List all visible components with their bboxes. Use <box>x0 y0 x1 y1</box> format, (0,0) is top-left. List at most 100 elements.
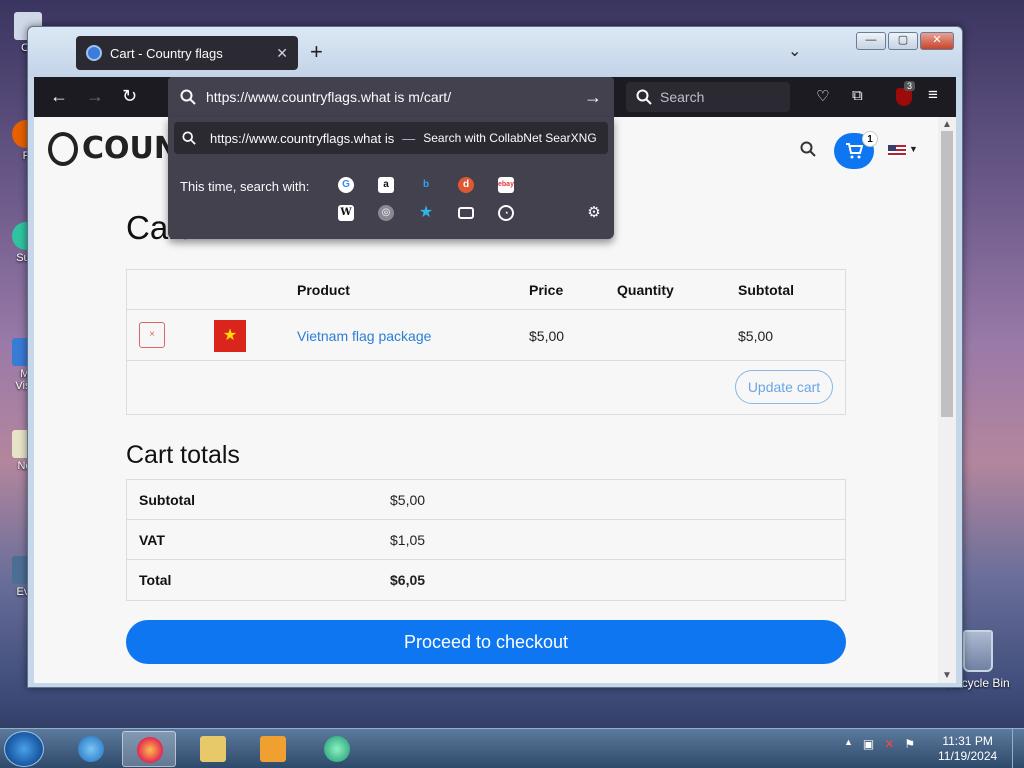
search-suggestion-row[interactable]: https://www.countryflags.what is — Searc… <box>174 122 608 154</box>
cart-table: Product Price Quantity Subtotal × ★ Viet… <box>126 269 846 415</box>
minimize-button[interactable]: — <box>856 32 886 50</box>
proceed-to-checkout-button[interactable]: Proceed to checkout <box>126 620 846 664</box>
scroll-up-icon[interactable]: ▲ <box>942 119 952 130</box>
remove-item-button[interactable]: × <box>139 322 165 348</box>
search-bar[interactable]: Search <box>626 82 790 112</box>
us-flag-icon[interactable] <box>888 145 906 157</box>
ublock-badge: 3 <box>904 81 916 91</box>
tab-close-button[interactable]: ✕ <box>276 45 288 62</box>
media-player-icon <box>260 736 286 762</box>
totals-label: VAT <box>139 532 165 548</box>
folder-icon <box>200 736 226 762</box>
start-button[interactable] <box>4 731 44 767</box>
scrollbar-thumb[interactable] <box>941 131 953 417</box>
address-bar[interactable]: https://www.countryflags.what is m/cart/… <box>168 77 614 117</box>
cart-totals-heading: Cart totals <box>126 441 240 469</box>
show-desktop-button[interactable] <box>1012 729 1024 768</box>
back-button[interactable]: ← <box>50 86 68 106</box>
settings-icon[interactable]: ⚙ <box>586 205 602 221</box>
cart-totals-table: Subtotal $5,00 VAT $1,05 Total $6,05 <box>126 479 846 601</box>
close-window-button[interactable]: ✕ <box>920 32 954 50</box>
title-bar: Cart - Country flags ✕ + ⌄ — ▢ ✕ <box>28 27 962 77</box>
suggestion-text: https://www.countryflags.what is <box>210 130 395 146</box>
clock-date: 11/19/2024 <box>938 749 998 763</box>
col-subtotal: Subtotal <box>738 282 794 298</box>
col-product: Product <box>297 282 350 298</box>
col-price: Price <box>529 282 564 298</box>
app-icon <box>324 736 350 762</box>
search-with-label: This time, search with: <box>180 179 310 194</box>
totals-value: $6,05 <box>390 572 426 588</box>
browser-window: Cart - Country flags ✕ + ⌄ — ▢ ✕ ← → ↻ h… <box>27 26 963 688</box>
update-cart-button[interactable]: Update cart <box>735 370 833 404</box>
wikipedia-icon[interactable]: W <box>338 205 354 221</box>
firefox-icon <box>137 737 163 763</box>
cart-count-badge: 1 <box>862 131 878 147</box>
tabs-icon[interactable] <box>458 207 474 219</box>
taskbar-media-player[interactable] <box>246 731 300 767</box>
ebay-icon[interactable]: ebay <box>498 177 514 193</box>
search-placeholder: Search <box>660 89 705 105</box>
history-icon[interactable]: ◔ <box>498 205 514 221</box>
amazon-icon[interactable]: a <box>378 177 394 193</box>
taskbar: ▲ ▣ ✕ ⚑ 11:31 PM 11/19/2024 <box>0 728 1024 768</box>
col-quantity: Quantity <box>617 282 674 298</box>
cart-icon <box>846 143 864 159</box>
tray-expand-icon[interactable]: ▲ <box>844 737 853 751</box>
duckduckgo-icon[interactable]: d <box>458 177 474 193</box>
url-text: https://www.countryflags.what is m/cart/ <box>206 89 452 105</box>
vietnam-flag-icon: ★ <box>214 320 246 352</box>
scroll-down-icon[interactable]: ▼ <box>942 670 952 681</box>
recycle-bin-icon <box>963 630 993 672</box>
internet-explorer-icon <box>78 736 104 762</box>
taskbar-explorer[interactable] <box>186 731 240 767</box>
totals-row-subtotal: Subtotal $5,00 <box>127 480 845 520</box>
bing-icon[interactable]: b <box>418 177 434 193</box>
extensions-icon[interactable]: ⧉ <box>852 87 863 104</box>
suggestion-engine-text: Search with CollabNet SearXNG <box>423 131 597 145</box>
logo-pin-icon <box>48 131 78 166</box>
tab-title: Cart - Country flags <box>110 45 223 61</box>
go-arrow-button[interactable]: → <box>584 87 602 108</box>
page-scrollbar[interactable]: ▲ ▼ <box>938 117 956 683</box>
totals-row-vat: VAT $1,05 <box>127 520 845 560</box>
network-icon[interactable]: ▣ <box>863 737 874 751</box>
url-suggestions-dropdown: https://www.countryflags.what is — Searc… <box>168 117 614 239</box>
system-tray: ▲ ▣ ✕ ⚑ <box>844 737 915 751</box>
taskbar-firefox[interactable] <box>122 731 176 767</box>
product-price: $5,00 <box>529 328 565 344</box>
maximize-button[interactable]: ▢ <box>888 32 918 50</box>
product-subtotal: $5,00 <box>738 328 774 344</box>
totals-value: $1,05 <box>390 532 426 548</box>
clock[interactable]: 11:31 PM 11/19/2024 <box>938 734 997 764</box>
nav-toolbar: ← → ↻ https://www.countryflags.what is m… <box>34 77 956 117</box>
search-icon <box>182 131 196 145</box>
site-favicon-icon <box>86 45 102 61</box>
totals-label: Total <box>139 572 172 588</box>
taskbar-ie[interactable] <box>64 731 118 767</box>
totals-label: Subtotal <box>139 492 195 508</box>
google-icon[interactable]: G <box>338 177 354 193</box>
forward-button[interactable]: → <box>86 86 104 106</box>
totals-value: $5,00 <box>390 492 426 508</box>
new-tab-button[interactable]: + <box>310 41 323 63</box>
volume-muted-icon[interactable]: ✕ <box>884 737 894 751</box>
browser-tab[interactable]: Cart - Country flags ✕ <box>76 36 298 70</box>
reload-button[interactable]: ↻ <box>122 86 137 106</box>
list-tabs-button[interactable]: ⌄ <box>788 41 801 61</box>
product-link[interactable]: Vietnam flag package <box>297 328 431 344</box>
pocket-icon[interactable]: ♡ <box>816 87 829 105</box>
window-controls: — ▢ ✕ <box>856 32 954 50</box>
totals-row-total: Total $6,05 <box>127 560 845 600</box>
clock-time: 11:31 PM <box>942 734 993 748</box>
chevron-down-icon[interactable]: ▼ <box>909 144 918 154</box>
bookmarks-icon[interactable]: ★ <box>418 205 434 221</box>
action-center-flag-icon[interactable]: ⚑ <box>904 737 915 751</box>
table-header-row: Product Price Quantity Subtotal <box>127 270 845 310</box>
search-icon <box>180 89 196 105</box>
menu-icon[interactable]: ≡ <box>928 85 938 105</box>
searxng-icon[interactable]: ◎ <box>378 205 394 221</box>
taskbar-app[interactable] <box>310 731 364 767</box>
site-search-icon[interactable] <box>800 141 816 162</box>
suggestion-separator: — <box>402 130 416 146</box>
